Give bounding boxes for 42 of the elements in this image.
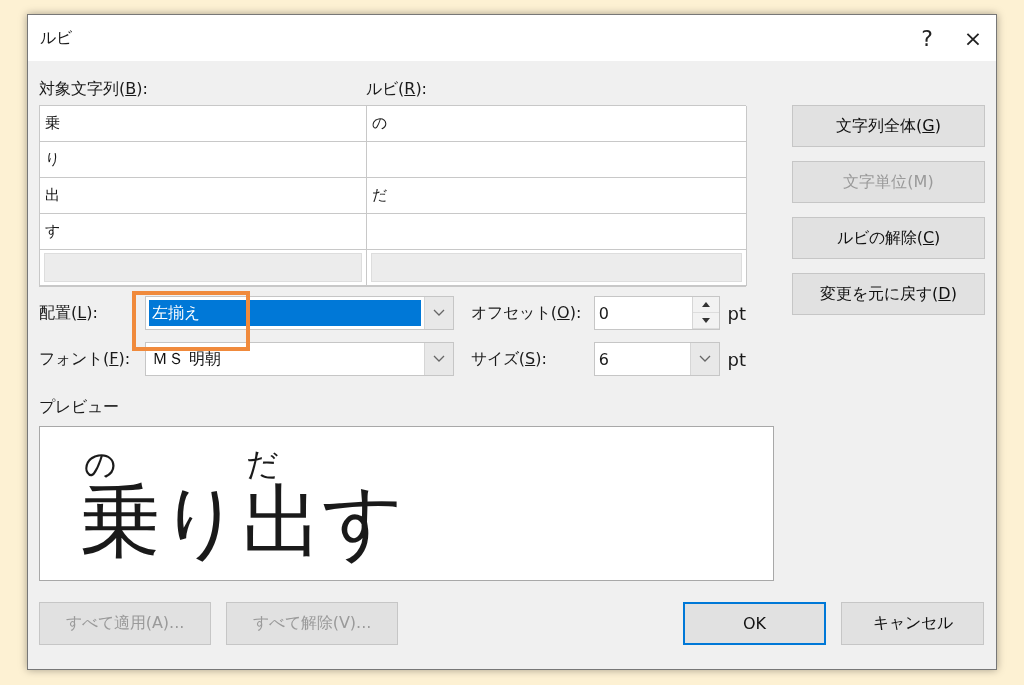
- window-title: ルビ: [40, 27, 73, 49]
- chevron-down-icon: [432, 309, 445, 317]
- dialog-button[interactable]: キャンセル: [841, 602, 984, 645]
- field-label: オフセット(O):: [470, 302, 582, 322]
- dialog-button[interactable]: 文字列全体(G): [792, 105, 985, 147]
- base-text-field[interactable]: 出: [40, 178, 367, 214]
- unit-label: pt: [727, 302, 746, 324]
- field-label: フォント(F):: [39, 348, 131, 368]
- ruby-text-field[interactable]: [367, 214, 747, 250]
- preview-ruby-text: の: [84, 448, 117, 482]
- dialog-button[interactable]: 変更を元に戻す(D): [792, 273, 985, 315]
- spin-down-icon[interactable]: [701, 318, 710, 323]
- base-text-field[interactable]: り: [40, 142, 367, 178]
- size-dropdown[interactable]: 6: [593, 342, 720, 376]
- font-dropdown[interactable]: ＭＳ 明朝: [144, 342, 454, 376]
- dialog-button[interactable]: ルビの解除(C): [792, 217, 985, 259]
- ruby-text-field[interactable]: だ: [367, 178, 747, 214]
- dropdown-value: 左揃え: [148, 300, 421, 326]
- field-label: 配置(L):: [39, 302, 98, 322]
- preview-base-text: 乗: [80, 482, 160, 562]
- preview-base-text: り: [160, 482, 242, 562]
- default-button[interactable]: OK: [683, 602, 826, 645]
- preview-ruby-text: だ: [245, 448, 279, 482]
- spin-up-icon[interactable]: [701, 302, 710, 307]
- preview-base-text: す: [322, 482, 404, 562]
- chevron-down-icon: [698, 355, 711, 363]
- column-label: ルビ(R):: [366, 78, 427, 100]
- alignment-dropdown[interactable]: 左揃え: [144, 296, 454, 330]
- help-button[interactable]: ?: [904, 15, 950, 61]
- field-label: サイズ(S):: [470, 348, 547, 368]
- close-button[interactable]: ×: [950, 15, 996, 61]
- base-text-field[interactable]: 乗: [40, 106, 367, 142]
- base-text-field[interactable]: す: [40, 214, 367, 250]
- chevron-down-icon: [432, 355, 445, 363]
- preview-label: プレビュー: [39, 397, 120, 418]
- offset-spin-field[interactable]: 0: [593, 296, 720, 330]
- unit-label: pt: [727, 348, 746, 370]
- preview-base-text: 出: [242, 482, 322, 562]
- column-label: 対象文字列(B):: [39, 78, 149, 100]
- dropdown-value: ＭＳ 明朝: [150, 347, 222, 370]
- ruby-text-field[interactable]: の: [367, 106, 747, 142]
- ruby-text-field[interactable]: [367, 142, 747, 178]
